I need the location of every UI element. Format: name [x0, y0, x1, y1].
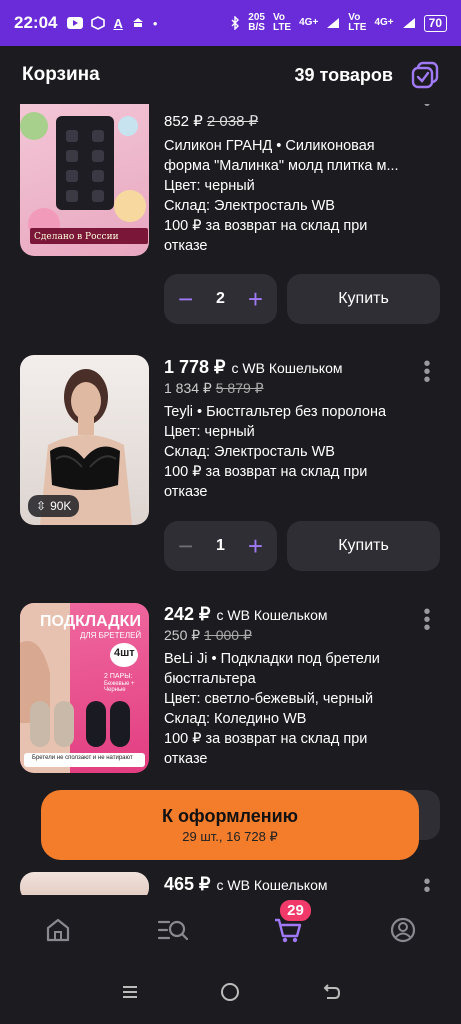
checkout-summary: 29 шт., 16 728 ₽: [182, 828, 278, 844]
thumb-footer: Бретели не сползают и не натирают: [32, 755, 133, 761]
battery-icon: 70: [423, 14, 447, 32]
product-info[interactable]: 242 ₽ с WB Кошельком 250 ₽ 1 000 ₽ BeLi …: [164, 604, 414, 769]
recent-apps-icon[interactable]: [121, 983, 139, 1006]
buy-button[interactable]: Купить: [287, 521, 440, 571]
4g-1: 4G+: [299, 17, 319, 28]
quantity-value: 1: [216, 537, 225, 554]
product-name: BeLi Ji • Подкладки под бретели бюстгаль…: [164, 651, 380, 687]
more-options-icon[interactable]: • • •: [423, 354, 431, 390]
price: 465 ₽: [164, 874, 211, 894]
status-time: 22:04: [14, 13, 58, 32]
buy-button[interactable]: Купить: [287, 274, 440, 324]
catalog-search-icon[interactable]: [153, 910, 193, 950]
system-navigation: [0, 965, 461, 1024]
product-warehouse: Склад: Электросталь WB: [164, 198, 335, 214]
price: 1 778 ₽: [164, 357, 226, 377]
thumb-badge: 4шт: [114, 647, 135, 659]
cart-icon[interactable]: 29: [268, 898, 313, 950]
product-name: Силикон ГРАНД • Силиконовая форма "Малин…: [164, 138, 399, 174]
product-info[interactable]: 1 778 ₽ с WB Кошельком 1 834 ₽ 5 879 ₽ T…: [164, 357, 414, 502]
decrease-button[interactable]: −: [178, 286, 193, 312]
volte-1: Vo LTE: [272, 12, 292, 33]
cart-header: Корзина 39 товаров: [0, 46, 461, 104]
more-options-icon[interactable]: • • •: [423, 602, 431, 638]
price-line: 852 ₽ 2 038 ₽: [164, 112, 414, 132]
checkout-button[interactable]: К оформлению 29 шт., 16 728 ₽: [41, 790, 419, 860]
bottom-navigation: 29: [0, 895, 461, 965]
home-icon[interactable]: [38, 910, 78, 950]
status-bar: 22:04 A • 205 B/S Vo LTE 4G+ Vo LTE 4G+ …: [0, 0, 461, 46]
item-count: 39 товаров: [294, 64, 394, 85]
select-all-icon[interactable]: [411, 61, 439, 89]
increase-button[interactable]: +: [248, 286, 263, 312]
price-row: 465 ₽ с WB Кошельком: [164, 874, 414, 895]
quantity-stepper: − 2 +: [164, 274, 277, 324]
thumb-title: ПОДКЛАДКИ: [40, 613, 141, 630]
old-price: 2 038 ₽: [206, 113, 259, 130]
4g-2: 4G+: [374, 17, 394, 28]
youtube-icon: [67, 17, 84, 29]
bank-icon: [132, 18, 143, 27]
wallet-label: с WB Кошельком: [231, 360, 343, 376]
network-speed: 205 B/S: [248, 12, 265, 33]
dot-icon: •: [152, 15, 158, 31]
product-image[interactable]: ПОДКЛАДКИ ДЛЯ БРЕТЕЛЕЙ 4шт 2 ПАРЫ: Бежев…: [20, 603, 149, 773]
decrease-button[interactable]: −: [178, 533, 193, 559]
old-price: 1 834 ₽ 5 879 ₽: [164, 380, 264, 396]
price-row: 1 778 ₽ с WB Кошельком: [164, 357, 414, 378]
product-color: Цвет: черный: [164, 424, 255, 440]
product-info[interactable]: 465 ₽ с WB Кошельком: [164, 874, 414, 895]
thumb-caption: Сделано в России: [34, 232, 119, 242]
cart-count-badge: 29: [278, 898, 313, 923]
views-badge: ⇳ 90K: [28, 495, 80, 517]
status-notification-icons: A •: [67, 16, 157, 31]
price: 852 ₽: [164, 113, 203, 130]
signal-icon: [327, 18, 340, 28]
checkout-label: К оформлению: [161, 805, 299, 826]
quantity-stepper: − 1 +: [164, 521, 277, 571]
product-color: Цвет: светло-бежевый, черный: [164, 691, 374, 707]
price: 242 ₽: [164, 604, 211, 624]
resize-icon: ⇳: [36, 499, 47, 513]
bluetooth-icon: [231, 16, 240, 30]
home-system-icon[interactable]: [220, 982, 240, 1007]
a-icon: A: [113, 15, 123, 31]
product-color: Цвет: черный: [164, 178, 255, 194]
page-title: Корзина: [22, 64, 100, 85]
product-warehouse: Склад: Электросталь WB: [164, 444, 335, 460]
quantity-value: 2: [216, 290, 225, 307]
volte-2: Vo LTE: [348, 12, 367, 33]
thumb-subtitle: ДЛЯ БРЕТЕЛЕЙ: [80, 631, 142, 640]
return-fee: 100 ₽ за возврат на склад при отказе: [164, 731, 368, 767]
signal-icon: [402, 18, 415, 28]
wallet-label: с WB Кошельком: [216, 877, 328, 893]
increase-button[interactable]: +: [248, 533, 263, 559]
product-name: Teyli • Бюстгальтер без поролона: [164, 404, 387, 420]
wallet-label: с WB Кошельком: [216, 607, 328, 623]
more-options-icon[interactable]: • •: [423, 872, 431, 900]
old-price: 250 ₽ 1 000 ₽: [164, 627, 252, 643]
return-fee: 100 ₽ за возврат на склад при отказе: [164, 464, 368, 500]
thumb-colors: Бежевые + Черные: [104, 681, 135, 693]
box-icon: [91, 16, 106, 30]
profile-icon[interactable]: [383, 910, 423, 950]
back-icon[interactable]: [321, 983, 341, 1006]
thumb-pairs: 2 ПАРЫ:: [104, 673, 133, 680]
product-info[interactable]: 852 ₽ 2 038 ₽ Силикон ГРАНД • Силиконова…: [164, 112, 414, 256]
product-warehouse: Склад: Коледино WB: [164, 711, 307, 727]
product-image[interactable]: Сделано в России: [20, 86, 149, 256]
product-image[interactable]: ⇳ 90K: [20, 355, 149, 525]
price-row: 242 ₽ с WB Кошельком: [164, 604, 414, 625]
return-fee: 100 ₽ за возврат на склад при отказе: [164, 218, 368, 254]
